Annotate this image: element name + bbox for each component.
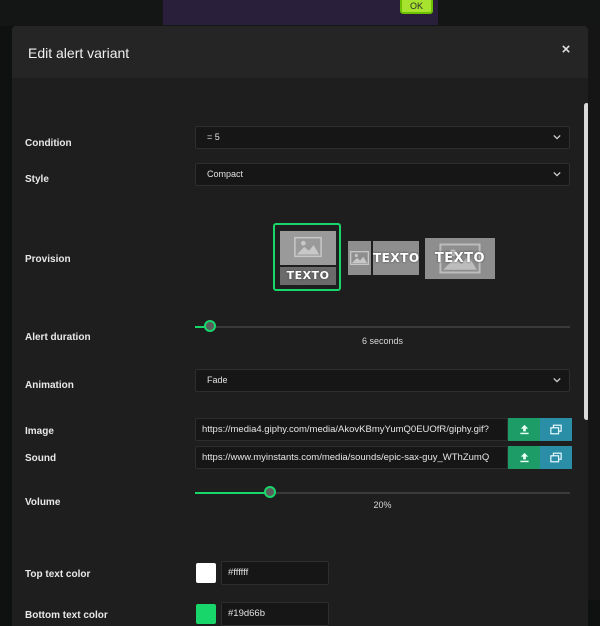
gallery-icon <box>550 452 562 463</box>
top-text-color-input[interactable]: #ffffff <box>221 561 329 585</box>
animation-value: Fade <box>207 375 228 385</box>
background-preview-panel <box>163 0 438 25</box>
animation-select[interactable]: Fade <box>195 369 570 392</box>
chevron-down-icon <box>553 134 561 140</box>
volume-slider-fill <box>195 492 270 494</box>
modal-title: Edit alert variant <box>28 45 130 61</box>
alert-duration-value: 6 seconds <box>361 336 404 346</box>
sound-label: Sound <box>25 453 57 464</box>
bottom-text-color-swatch[interactable] <box>196 604 216 624</box>
provision-option-stacked[interactable]: TEXTO <box>273 223 341 291</box>
sound-upload-button[interactable] <box>508 446 540 469</box>
animation-label: Animation <box>25 380 74 391</box>
alert-duration-slider-thumb[interactable] <box>204 320 216 332</box>
chevron-down-icon <box>553 171 561 177</box>
volume-slider[interactable] <box>195 486 570 498</box>
edit-alert-variant-modal: Edit alert variant × Condition = 5 Style… <box>12 26 588 626</box>
style-select[interactable]: Compact <box>195 163 570 186</box>
image-gallery-button[interactable] <box>540 418 572 441</box>
bottom-text-color-input[interactable]: #19d66b <box>221 602 329 626</box>
style-label: Style <box>25 174 49 185</box>
provision-option-text: TEXTO <box>373 241 419 275</box>
upload-icon <box>519 424 529 435</box>
condition-select[interactable]: = 5 <box>195 126 570 149</box>
scrollbar-thumb[interactable] <box>584 103 588 420</box>
close-icon[interactable]: × <box>558 41 574 59</box>
chevron-down-icon <box>553 377 561 383</box>
volume-value: 20% <box>373 500 392 510</box>
volume-label: Volume <box>25 497 61 508</box>
upload-icon <box>519 452 529 463</box>
top-text-color-swatch[interactable] <box>196 563 216 583</box>
volume-slider-thumb[interactable] <box>264 486 276 498</box>
modal-header: Edit alert variant × <box>12 26 588 78</box>
image-url-input[interactable]: https://media4.giphy.com/media/AkovKBmyY… <box>195 418 508 441</box>
style-value: Compact <box>207 169 244 179</box>
background-ok-button: OK <box>400 0 433 14</box>
sound-url-input[interactable]: https://www.myinstants.com/media/sounds/… <box>195 446 508 469</box>
provision-label: Provision <box>25 254 71 265</box>
bottom-text-color-label: Bottom text color <box>25 610 108 621</box>
sound-gallery-button[interactable] <box>540 446 572 469</box>
condition-value: = 5 <box>207 132 220 142</box>
provision-option-text: TEXTO <box>280 267 336 285</box>
alert-duration-label: Alert duration <box>25 332 91 343</box>
alert-duration-slider[interactable] <box>195 320 570 332</box>
condition-label: Condition <box>25 138 72 149</box>
top-text-color-label: Top text color <box>25 569 91 580</box>
modal-body: Condition = 5 Style Compact Provision TE… <box>12 78 588 626</box>
provision-option-text: TEXTO <box>434 251 486 266</box>
provision-image-placeholder <box>348 241 371 275</box>
background-right-edge <box>588 26 600 600</box>
provision-option-overlay[interactable]: TEXTO <box>425 238 495 279</box>
image-upload-button[interactable] <box>508 418 540 441</box>
gallery-icon <box>550 424 562 435</box>
image-label: Image <box>25 426 54 437</box>
provision-image-placeholder <box>280 231 336 265</box>
image-icon <box>350 251 369 265</box>
provision-option-side[interactable]: TEXTO <box>348 241 420 275</box>
image-icon <box>294 236 322 258</box>
